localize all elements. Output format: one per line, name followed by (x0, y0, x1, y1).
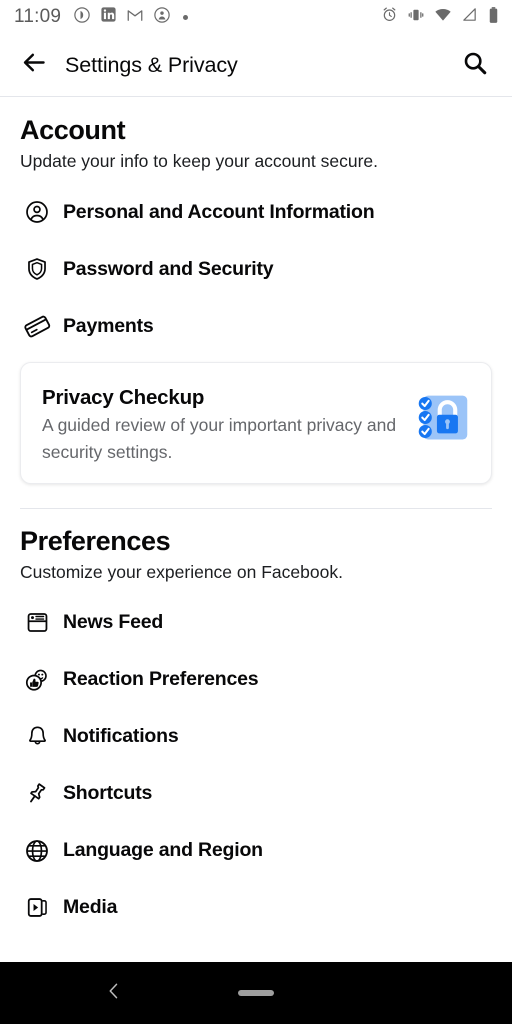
home-pill-indicator[interactable] (238, 990, 274, 996)
page-title: Settings & Privacy (65, 52, 238, 77)
status-system-icons (381, 6, 500, 29)
menu-item-password-and-security[interactable]: Password and Security (0, 241, 512, 298)
menu-item-news-feed[interactable]: News Feed (0, 594, 512, 651)
back-button[interactable] (17, 48, 51, 82)
menu-item-label: Notifications (63, 725, 179, 748)
menu-item-label: Reaction Preferences (63, 668, 259, 691)
status-notification-icons (73, 6, 381, 29)
more-dot-icon (183, 14, 189, 20)
checklist-lock-icon (411, 385, 471, 483)
globe-icon (20, 838, 54, 864)
app-header: Settings & Privacy (0, 34, 512, 97)
app-circle-icon (153, 6, 171, 29)
menu-item-label: Payments (63, 314, 154, 337)
menu-item-label: Shortcuts (63, 782, 153, 805)
shield-icon (20, 256, 54, 282)
menu-item-notifications[interactable]: Notifications (0, 708, 512, 765)
nav-back-button[interactable] (97, 976, 131, 1010)
news-feed-icon (20, 610, 54, 635)
play-circle-icon (73, 6, 91, 29)
credit-card-icon (20, 312, 54, 340)
menu-item-label: Password and Security (63, 257, 274, 280)
account-menu-list: Personal and Account Information Passwor… (0, 184, 512, 355)
section-title-account: Account (20, 115, 126, 145)
search-button[interactable] (458, 48, 492, 82)
menu-item-label: Language and Region (63, 839, 263, 862)
back-arrow-icon (21, 49, 48, 81)
status-bar: 11:09 (0, 0, 512, 34)
menu-item-label: Media (63, 896, 118, 919)
search-icon (462, 50, 488, 81)
privacy-checkup-description: A guided review of your important privac… (42, 415, 397, 462)
pin-icon (20, 781, 54, 807)
signal-icon (461, 6, 478, 28)
settings-content: Account Update your info to keep your ac… (0, 98, 512, 962)
menu-item-language-and-region[interactable]: Language and Region (0, 822, 512, 879)
media-icon (20, 895, 54, 920)
menu-item-media[interactable]: Media (0, 879, 512, 936)
section-account: Account Update your info to keep your ac… (0, 98, 512, 509)
status-time: 11:09 (14, 6, 62, 27)
section-title-preferences: Preferences (20, 525, 171, 556)
reaction-icon (20, 667, 54, 693)
menu-item-payments[interactable]: Payments (0, 298, 512, 355)
preferences-menu-list: News Feed Reaction Preferences Notificat… (0, 594, 512, 936)
vibrate-icon (407, 6, 425, 29)
menu-item-reaction-preferences[interactable]: Reaction Preferences (0, 651, 512, 708)
menu-item-personal-and-account-information[interactable]: Personal and Account Information (0, 184, 512, 241)
section-subtitle-preferences: Customize your experience on Facebook. (20, 561, 343, 582)
system-navigation-bar (0, 962, 512, 1024)
privacy-checkup-title: Privacy Checkup (42, 385, 205, 409)
wifi-icon (434, 6, 452, 29)
linkedin-icon (100, 6, 117, 28)
privacy-checkup-card-wrapper: Privacy Checkup A guided review of your … (0, 355, 512, 484)
privacy-checkup-card[interactable]: Privacy Checkup A guided review of your … (20, 361, 492, 484)
battery-icon (487, 6, 500, 29)
bell-icon (20, 724, 54, 749)
section-subtitle-account: Update your info to keep your account se… (20, 150, 378, 171)
section-preferences: Preferences Customize your experience on… (0, 509, 512, 937)
gmail-icon (126, 6, 144, 29)
person-circle-icon (20, 199, 54, 225)
menu-item-label: News Feed (63, 611, 164, 634)
menu-item-shortcuts[interactable]: Shortcuts (0, 765, 512, 822)
nav-back-chevron-icon (104, 981, 124, 1006)
menu-item-label: Personal and Account Information (63, 200, 375, 223)
privacy-checkup-text: Privacy Checkup A guided review of your … (42, 385, 411, 483)
alarm-icon (381, 6, 398, 28)
